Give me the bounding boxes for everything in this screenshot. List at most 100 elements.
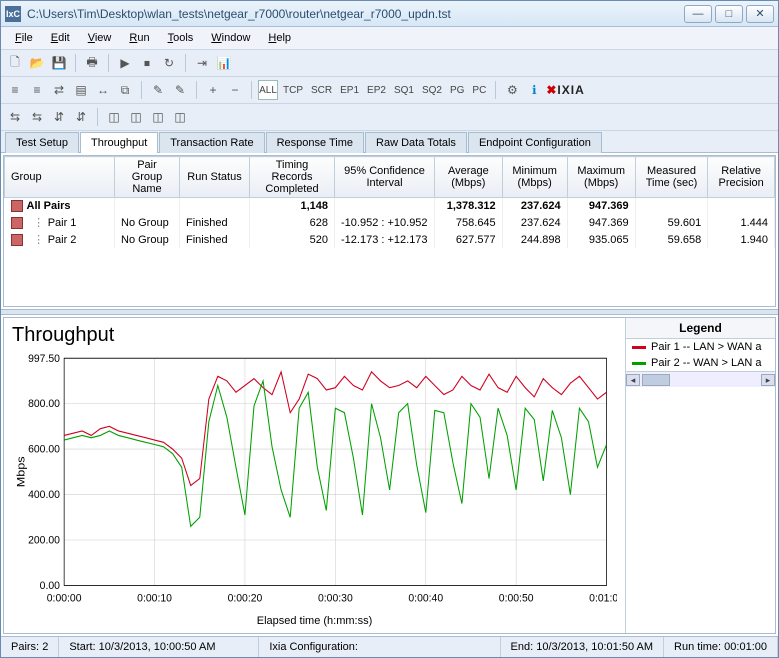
help-icon[interactable]: ℹ [524, 80, 544, 100]
filter-all-button[interactable]: ALL [258, 80, 278, 100]
chart-icon[interactable]: 📊 [214, 53, 234, 73]
toolbar-1: 🗋 📂 💾 🖶 ▶ ⏹ ↻ ⇥ 📊 [1, 50, 778, 77]
cfg2-icon[interactable]: ◫ [126, 107, 146, 127]
results-grid[interactable]: Group Pair Group Name Run Status Timing … [3, 155, 776, 307]
filter-scr[interactable]: SCR [308, 85, 335, 96]
menu-file[interactable]: File [7, 30, 41, 46]
col-pgn[interactable]: Pair Group Name [115, 157, 180, 198]
status-end: End: 10/3/2013, 10:01:50 AM [501, 637, 665, 657]
tool-b-icon[interactable]: ≡ [27, 80, 47, 100]
status-pairs: Pairs: 2 [1, 637, 59, 657]
filter-ep1[interactable]: EP1 [337, 85, 362, 96]
filter-sq2[interactable]: SQ2 [419, 85, 445, 96]
window-title: C:\Users\Tim\Desktop\wlan_tests\netgear_… [27, 7, 681, 21]
col-min[interactable]: Minimum (Mbps) [502, 157, 567, 198]
cfg3-icon[interactable]: ◫ [148, 107, 168, 127]
pair-icon[interactable]: ⇄ [49, 80, 69, 100]
filter-sq1[interactable]: SQ1 [391, 85, 417, 96]
grid-header-row: Group Pair Group Name Run Status Timing … [5, 157, 775, 198]
svg-text:800.00: 800.00 [28, 398, 60, 411]
col-mt[interactable]: Measured Time (sec) [635, 157, 708, 198]
status-config: Ixia Configuration: [259, 637, 500, 657]
svg-text:Mbps: Mbps [14, 456, 27, 487]
pair-del-icon[interactable]: − [225, 80, 245, 100]
menu-window[interactable]: Window [203, 30, 258, 46]
open-icon[interactable]: 📂 [27, 53, 47, 73]
script2-icon[interactable]: ✎ [170, 80, 190, 100]
close-button[interactable]: ✕ [746, 5, 774, 23]
tool-a-icon[interactable]: ≡ [5, 80, 25, 100]
filter-tcp[interactable]: TCP [280, 85, 306, 96]
export-icon[interactable]: ⇥ [192, 53, 212, 73]
menu-edit[interactable]: Edit [43, 30, 78, 46]
legend-item[interactable]: Pair 2 -- WAN > LAN a [626, 355, 775, 371]
link-icon[interactable]: ⇵ [49, 107, 69, 127]
pair-icon [11, 234, 23, 246]
minimize-button[interactable]: — [684, 5, 712, 23]
filter-pc[interactable]: PC [469, 85, 489, 96]
tab-test-setup[interactable]: Test Setup [5, 132, 79, 153]
status-start: Start: 10/3/2013, 10:00:50 AM [59, 637, 259, 657]
svg-text:0:01:00: 0:01:00 [589, 592, 617, 605]
svg-text:0:00:00: 0:00:00 [47, 592, 82, 605]
tab-raw-data[interactable]: Raw Data Totals [365, 132, 467, 153]
legend-item[interactable]: Pair 1 -- LAN > WAN a [626, 339, 775, 355]
svg-text:0.00: 0.00 [40, 579, 60, 592]
legend-scrollbar[interactable]: ◂ ▸ [626, 371, 775, 387]
menu-view[interactable]: View [80, 30, 120, 46]
table-row[interactable]: ⋮ Pair 2No GroupFinished520-12.173 : +12… [5, 231, 775, 248]
conn-icon[interactable]: ↔ [93, 80, 113, 100]
run-icon[interactable]: ▶ [115, 53, 135, 73]
table-row[interactable]: ⋮ Pair 1No GroupFinished628-10.952 : +10… [5, 214, 775, 231]
tab-throughput[interactable]: Throughput [80, 132, 158, 153]
pair-add-icon[interactable]: + [203, 80, 223, 100]
status-runtime: Run time: 00:01:00 [664, 637, 778, 657]
menu-run[interactable]: Run [121, 30, 157, 46]
scroll-thumb[interactable] [642, 374, 670, 386]
new-icon[interactable]: 🗋 [5, 53, 25, 73]
legend-title: Legend [626, 318, 775, 339]
svg-text:0:00:10: 0:00:10 [137, 592, 172, 605]
col-trc[interactable]: Timing Records Completed [250, 157, 335, 198]
copy-icon[interactable]: ⧉ [115, 80, 135, 100]
link2-icon[interactable]: ⇵ [71, 107, 91, 127]
opt-icon[interactable]: ⚙ [502, 80, 522, 100]
tab-transaction-rate[interactable]: Transaction Rate [159, 132, 264, 153]
print-icon[interactable]: 🖶 [82, 53, 102, 73]
net-icon[interactable]: ⇆ [5, 107, 25, 127]
status-bar: Pairs: 2 Start: 10/3/2013, 10:00:50 AM I… [1, 636, 778, 657]
table-row[interactable]: All Pairs1,1481,378.312237.624947.369 [5, 198, 775, 215]
tab-strip: Test Setup Throughput Transaction Rate R… [1, 131, 778, 153]
svg-text:400.00: 400.00 [28, 489, 60, 502]
cfg4-icon[interactable]: ◫ [170, 107, 190, 127]
svg-text:997.50: 997.50 [28, 353, 60, 366]
col-rp[interactable]: Relative Precision [708, 157, 775, 198]
col-ci[interactable]: 95% Confidence Interval [335, 157, 435, 198]
chart-xlabel: Elapsed time (h:mm:ss) [12, 613, 617, 629]
group-icon[interactable]: ▤ [71, 80, 91, 100]
col-max[interactable]: Maximum (Mbps) [567, 157, 635, 198]
refresh-icon[interactable]: ↻ [159, 53, 179, 73]
toolbar-3: ⇆ ⇆ ⇵ ⇵ ◫ ◫ ◫ ◫ [1, 104, 778, 131]
scroll-left-icon[interactable]: ◂ [626, 374, 640, 386]
menu-help[interactable]: Help [260, 30, 299, 46]
filter-ep2[interactable]: EP2 [364, 85, 389, 96]
menu-tools[interactable]: Tools [160, 30, 202, 46]
stop-icon[interactable]: ⏹ [137, 53, 157, 73]
col-avg[interactable]: Average (Mbps) [435, 157, 503, 198]
menu-bar: File Edit View Run Tools Window Help [1, 27, 778, 50]
col-status[interactable]: Run Status [180, 157, 250, 198]
legend: Legend Pair 1 -- LAN > WAN aPair 2 -- WA… [625, 318, 775, 633]
script-icon[interactable]: ✎ [148, 80, 168, 100]
maximize-button[interactable]: □ [715, 5, 743, 23]
col-group[interactable]: Group [5, 157, 115, 198]
tab-endpoint-config[interactable]: Endpoint Configuration [468, 132, 602, 153]
throughput-chart[interactable]: 0.00200.00400.00600.00800.00997.500:00:0… [12, 349, 617, 613]
save-icon[interactable]: 💾 [49, 53, 69, 73]
net2-icon[interactable]: ⇆ [27, 107, 47, 127]
scroll-right-icon[interactable]: ▸ [761, 374, 775, 386]
splitter[interactable] [1, 309, 778, 315]
cfg1-icon[interactable]: ◫ [104, 107, 124, 127]
filter-pg[interactable]: PG [447, 85, 467, 96]
tab-response-time[interactable]: Response Time [266, 132, 364, 153]
